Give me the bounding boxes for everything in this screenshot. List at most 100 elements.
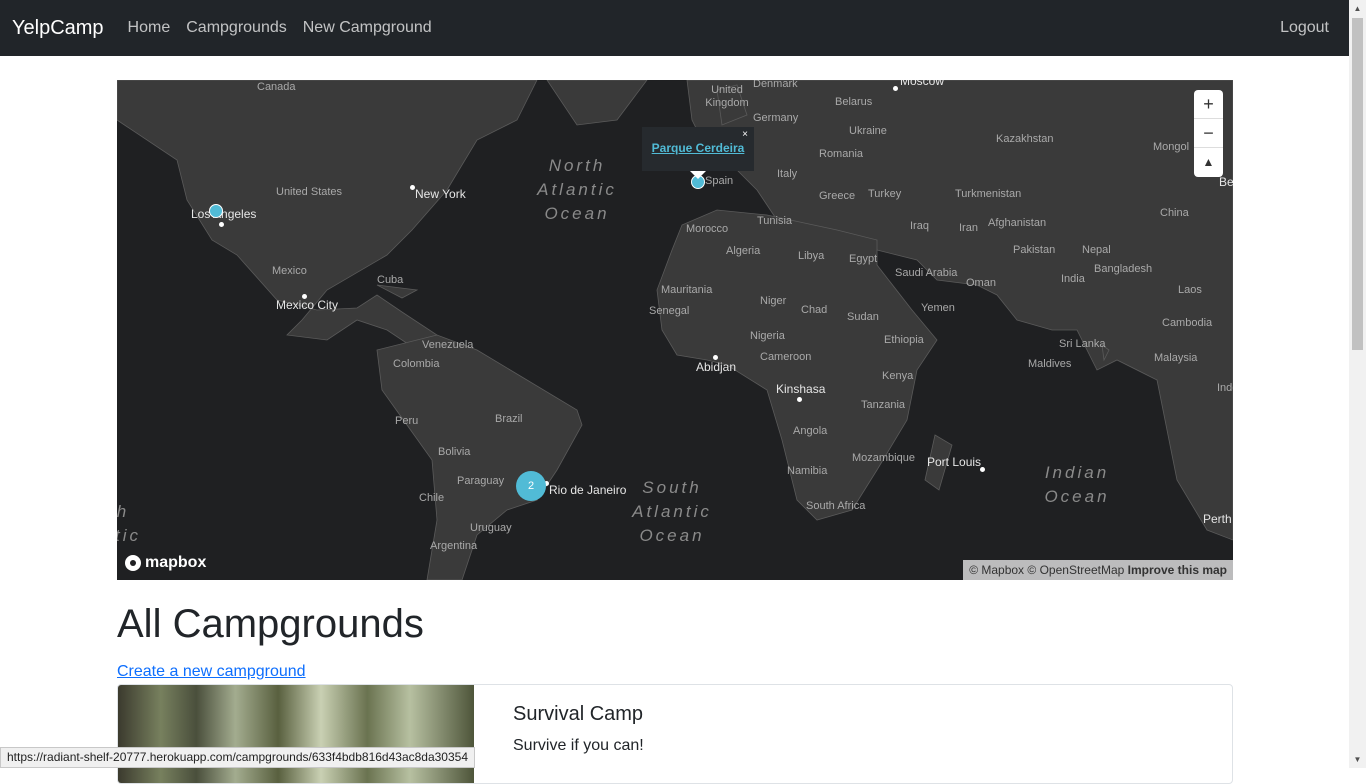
map-attribution: © Mapbox © OpenStreetMap Improve this ma… bbox=[963, 560, 1233, 580]
label-mexico: Mexico bbox=[272, 265, 307, 277]
ocean-indian: Indian Ocean bbox=[1044, 463, 1110, 506]
city-moscow: Moscow bbox=[900, 80, 945, 88]
label-nigeria: Nigeria bbox=[750, 330, 785, 342]
city-perth: Perth bbox=[1203, 512, 1232, 526]
label-egypt: Egypt bbox=[849, 253, 878, 265]
campground-image bbox=[118, 685, 474, 783]
label-cameroon: Cameroon bbox=[760, 351, 812, 363]
improve-map-link[interactable]: Improve this map bbox=[1128, 563, 1227, 577]
popup-tip bbox=[690, 171, 706, 179]
city-abidjan: Abidjan bbox=[696, 360, 737, 374]
label-saudi-arabia: Saudi Arabia bbox=[895, 267, 958, 279]
vertical-scrollbar[interactable]: ▲ ▼ bbox=[1349, 0, 1366, 768]
label-greece: Greece bbox=[819, 190, 856, 202]
nav-campgrounds-link[interactable]: Campgrounds bbox=[186, 19, 287, 37]
label-kenya: Kenya bbox=[882, 370, 914, 382]
label-oman: Oman bbox=[966, 277, 996, 289]
label-germany: Germany bbox=[753, 112, 799, 124]
label-united-kingdom: United Kingdom bbox=[705, 84, 749, 109]
map-popup: × Parque Cerdeira bbox=[642, 127, 754, 171]
popup-campground-link[interactable]: Parque Cerdeira bbox=[652, 141, 745, 155]
city-port-louis: Port Louis bbox=[927, 455, 982, 469]
ocean-partial-left: h tic bbox=[117, 502, 141, 545]
label-united-states: United States bbox=[276, 186, 343, 198]
label-venezuela: Venezuela bbox=[422, 339, 474, 351]
label-iran: Iran bbox=[959, 222, 978, 234]
label-tunisia: Tunisia bbox=[757, 215, 793, 227]
label-laos: Laos bbox=[1178, 284, 1202, 296]
campground-map[interactable]: Canada United States Mexico Cuba Venezue… bbox=[117, 80, 1233, 580]
campground-title: Survival Camp bbox=[513, 703, 644, 725]
label-angola: Angola bbox=[793, 425, 828, 437]
mapbox-logo-icon bbox=[125, 555, 141, 571]
mapbox-logo-text: mapbox bbox=[145, 554, 207, 571]
label-turkmenistan: Turkmenistan bbox=[955, 188, 1022, 200]
map-navigation-control: + − ▲ bbox=[1194, 90, 1223, 177]
label-indo: Indo bbox=[1217, 382, 1233, 394]
label-south-africa: South Africa bbox=[806, 500, 866, 512]
label-colombia: Colombia bbox=[393, 358, 440, 370]
city-kinshasa: Kinshasa bbox=[776, 382, 826, 396]
label-argentina: Argentina bbox=[430, 540, 478, 552]
city-dot-moscow bbox=[893, 86, 898, 91]
city-new-york: New York bbox=[415, 187, 466, 201]
label-spain: Spain bbox=[705, 175, 734, 187]
label-sudan: Sudan bbox=[847, 311, 879, 323]
label-afghanistan: Afghanistan bbox=[988, 217, 1047, 229]
marker-cluster[interactable]: 2 bbox=[516, 471, 546, 501]
mapbox-logo[interactable]: mapbox bbox=[125, 554, 206, 572]
label-ethiopia: Ethiopia bbox=[884, 334, 924, 346]
city-dot-kinshasa bbox=[797, 397, 802, 402]
campground-marker[interactable] bbox=[209, 204, 223, 218]
label-mongol: Mongol bbox=[1153, 141, 1190, 153]
nav-home-link[interactable]: Home bbox=[128, 19, 171, 37]
zoom-out-icon[interactable]: − bbox=[1194, 119, 1223, 148]
popup-close-icon[interactable]: × bbox=[742, 129, 748, 140]
campground-card: Survival Camp Survive if you can! bbox=[117, 684, 1233, 784]
ocean-south-atlantic: South Atlantic Ocean bbox=[632, 478, 712, 545]
zoom-in-icon[interactable]: + bbox=[1194, 90, 1223, 119]
scroll-up-arrow-icon[interactable]: ▲ bbox=[1349, 0, 1366, 17]
label-india: India bbox=[1061, 273, 1085, 285]
logout-link[interactable]: Logout bbox=[1280, 19, 1329, 37]
city-los-angeles: Los Angeles bbox=[191, 207, 257, 221]
city-dot-los-angeles bbox=[219, 222, 224, 227]
create-campground-link[interactable]: Create a new campground bbox=[117, 663, 306, 681]
label-kazakhstan: Kazakhstan bbox=[996, 133, 1054, 145]
label-ukraine: Ukraine bbox=[849, 125, 887, 137]
attribution-osm-link[interactable]: © OpenStreetMap bbox=[1027, 563, 1124, 577]
label-sri-lanka: Sri Lanka bbox=[1059, 338, 1106, 350]
label-mauritania: Mauritania bbox=[661, 284, 713, 296]
label-denmark: Denmark bbox=[753, 80, 798, 90]
label-niger: Niger bbox=[760, 295, 787, 307]
attribution-mapbox-link[interactable]: © Mapbox bbox=[969, 563, 1024, 577]
scroll-thumb[interactable] bbox=[1352, 18, 1363, 350]
label-chile: Chile bbox=[419, 492, 445, 504]
scroll-down-arrow-icon[interactable]: ▼ bbox=[1349, 751, 1366, 768]
ocean-north-atlantic: North Atlantic Ocean bbox=[537, 156, 617, 223]
city-be: Be bbox=[1219, 175, 1233, 189]
label-algeria: Algeria bbox=[726, 245, 761, 257]
label-cuba: Cuba bbox=[377, 274, 404, 286]
page-title: All Campgrounds bbox=[117, 602, 424, 646]
label-senegal: Senegal bbox=[649, 305, 690, 317]
label-maldives: Maldives bbox=[1028, 358, 1072, 370]
label-chad: Chad bbox=[801, 304, 828, 316]
city-mexico-city: Mexico City bbox=[276, 298, 339, 312]
label-iraq: Iraq bbox=[910, 220, 929, 232]
nav-new-campground-link[interactable]: New Campground bbox=[303, 19, 432, 37]
label-china: China bbox=[1160, 207, 1189, 219]
label-pakistan: Pakistan bbox=[1013, 244, 1056, 256]
label-tanzania: Tanzania bbox=[861, 399, 906, 411]
label-nepal: Nepal bbox=[1082, 244, 1111, 256]
label-namibia: Namibia bbox=[787, 465, 828, 477]
browser-status-url: https://radiant-shelf-20777.herokuapp.co… bbox=[0, 747, 476, 768]
compass-icon[interactable]: ▲ bbox=[1194, 148, 1223, 177]
label-yemen: Yemen bbox=[921, 302, 955, 314]
label-canada: Canada bbox=[257, 81, 296, 93]
brand-link[interactable]: YelpCamp bbox=[12, 17, 104, 40]
label-malaysia: Malaysia bbox=[1154, 352, 1198, 364]
label-romania: Romania bbox=[819, 148, 864, 160]
label-belarus: Belarus bbox=[835, 96, 873, 108]
label-mozambique: Mozambique bbox=[852, 452, 915, 464]
